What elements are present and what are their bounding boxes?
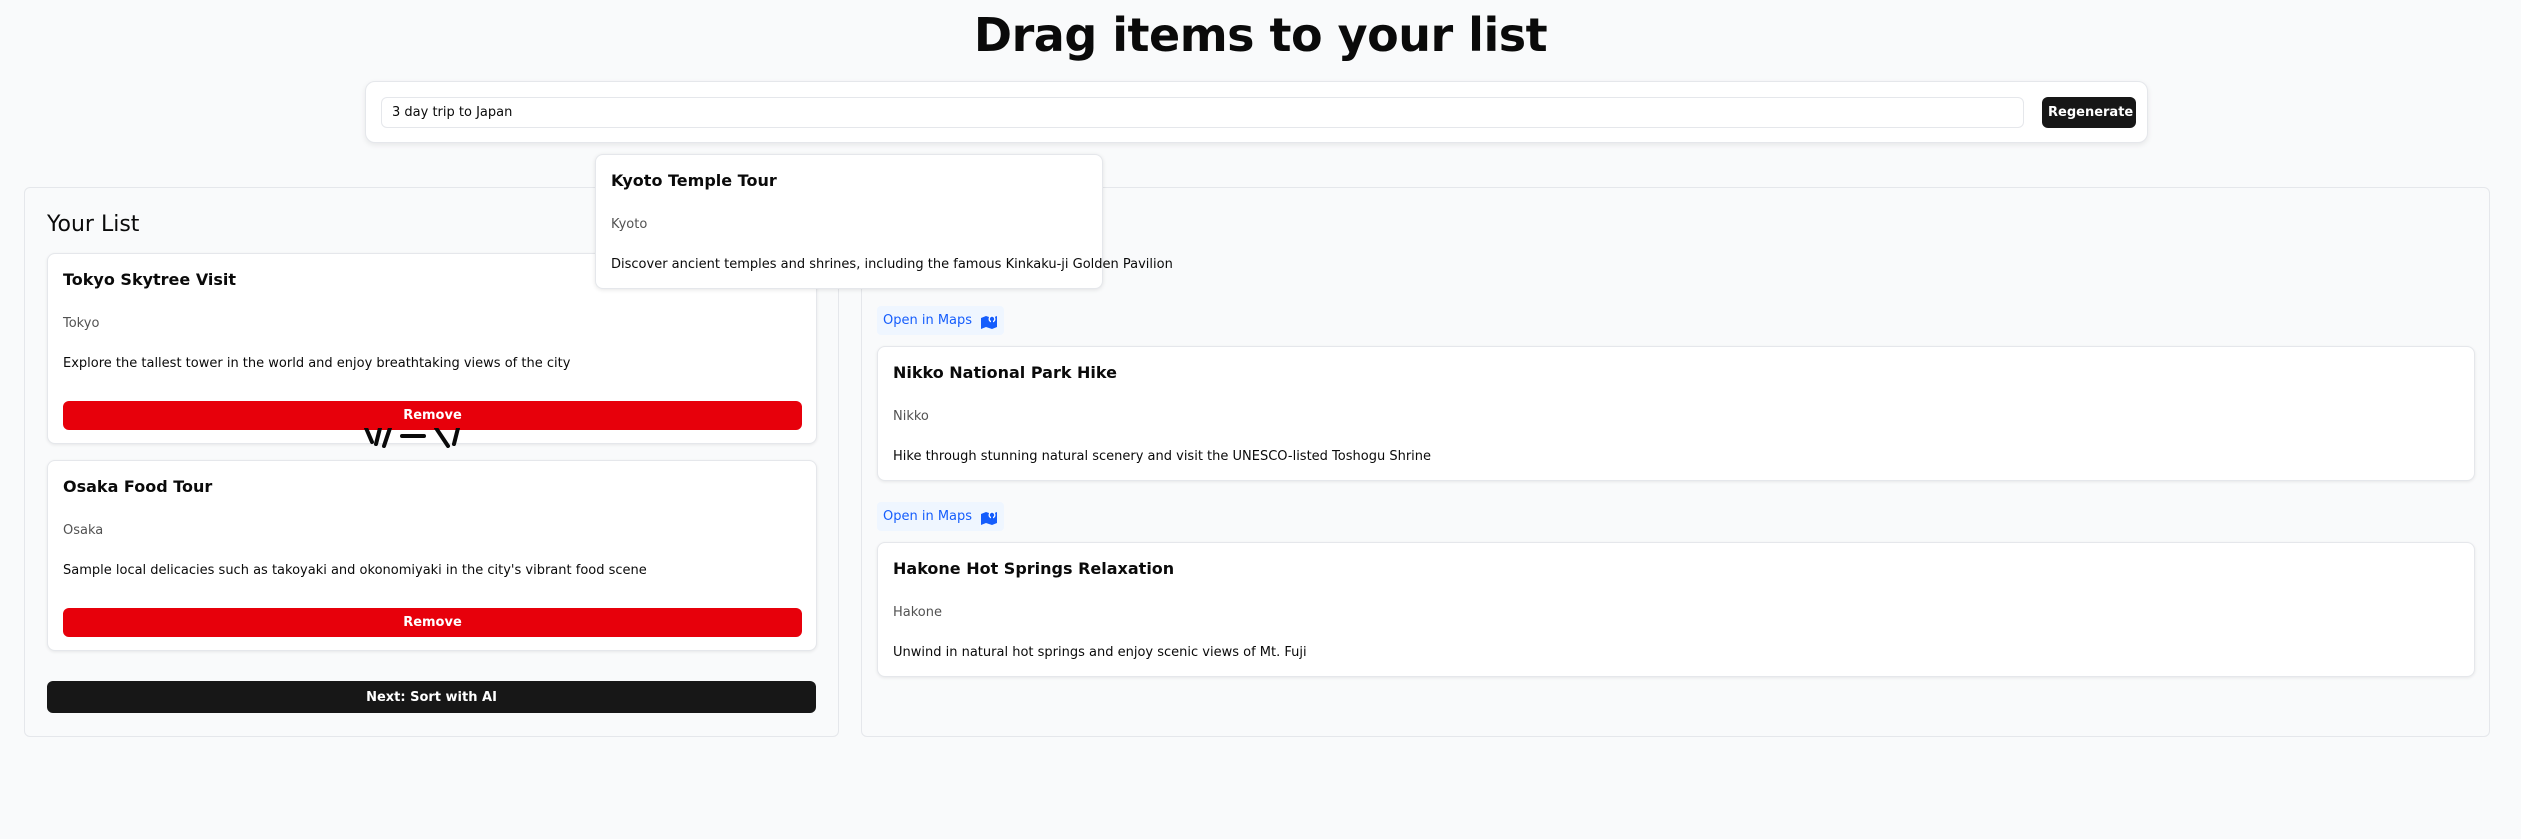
dragging-title: Kyoto Temple Tour [611, 171, 777, 190]
suggestion-city: Nikko [893, 409, 929, 424]
prompt-bar: Regenerate [365, 81, 2148, 143]
regenerate-button[interactable]: Regenerate [2042, 97, 2136, 128]
next-sort-button[interactable]: Next: Sort with AI [47, 681, 816, 713]
your-list-title: Your List [47, 212, 140, 237]
page-title: Drag items to your list [973, 8, 1548, 62]
open-in-maps-link[interactable]: Open in Maps [877, 306, 1005, 335]
suggestion-description: Hike through stunning natural scenery an… [893, 449, 1432, 464]
suggestion-card[interactable]: Hakone Hot Springs Relaxation Hakone Unw… [877, 542, 2475, 677]
open-in-maps-link[interactable]: Open in Maps [877, 502, 1005, 531]
suggestion-card[interactable]: Nikko National Park Hike Nikko Hike thro… [877, 346, 2475, 481]
map-pin-icon [980, 313, 998, 329]
prompt-input[interactable] [381, 97, 2024, 128]
item-title: Tokyo Skytree Visit [63, 270, 237, 289]
item-title: Osaka Food Tour [63, 477, 213, 496]
dragging-city: Kyoto [611, 217, 648, 232]
suggestion-description: Unwind in natural hot springs and enjoy … [893, 645, 1307, 660]
list-item[interactable]: Osaka Food Tour Osaka Sample local delic… [47, 460, 817, 651]
remove-button[interactable]: Remove [63, 401, 802, 430]
item-description: Sample local delicacies such as takoyaki… [63, 563, 647, 578]
drag-remnant-glyph [362, 428, 502, 448]
dragging-description: Discover ancient temples and shrines, in… [611, 257, 1173, 272]
item-description: Explore the tallest tower in the world a… [63, 356, 571, 371]
suggestion-city: Hakone [893, 605, 942, 620]
item-city: Tokyo [63, 316, 100, 331]
dragging-card[interactable]: Kyoto Temple Tour Kyoto Discover ancient… [595, 154, 1173, 289]
suggestion-title: Nikko National Park Hike [893, 363, 1117, 382]
map-pin-icon [980, 509, 998, 525]
suggestion-title: Hakone Hot Springs Relaxation [893, 559, 1175, 578]
item-city: Osaka [63, 523, 104, 538]
remove-button[interactable]: Remove [63, 608, 802, 637]
